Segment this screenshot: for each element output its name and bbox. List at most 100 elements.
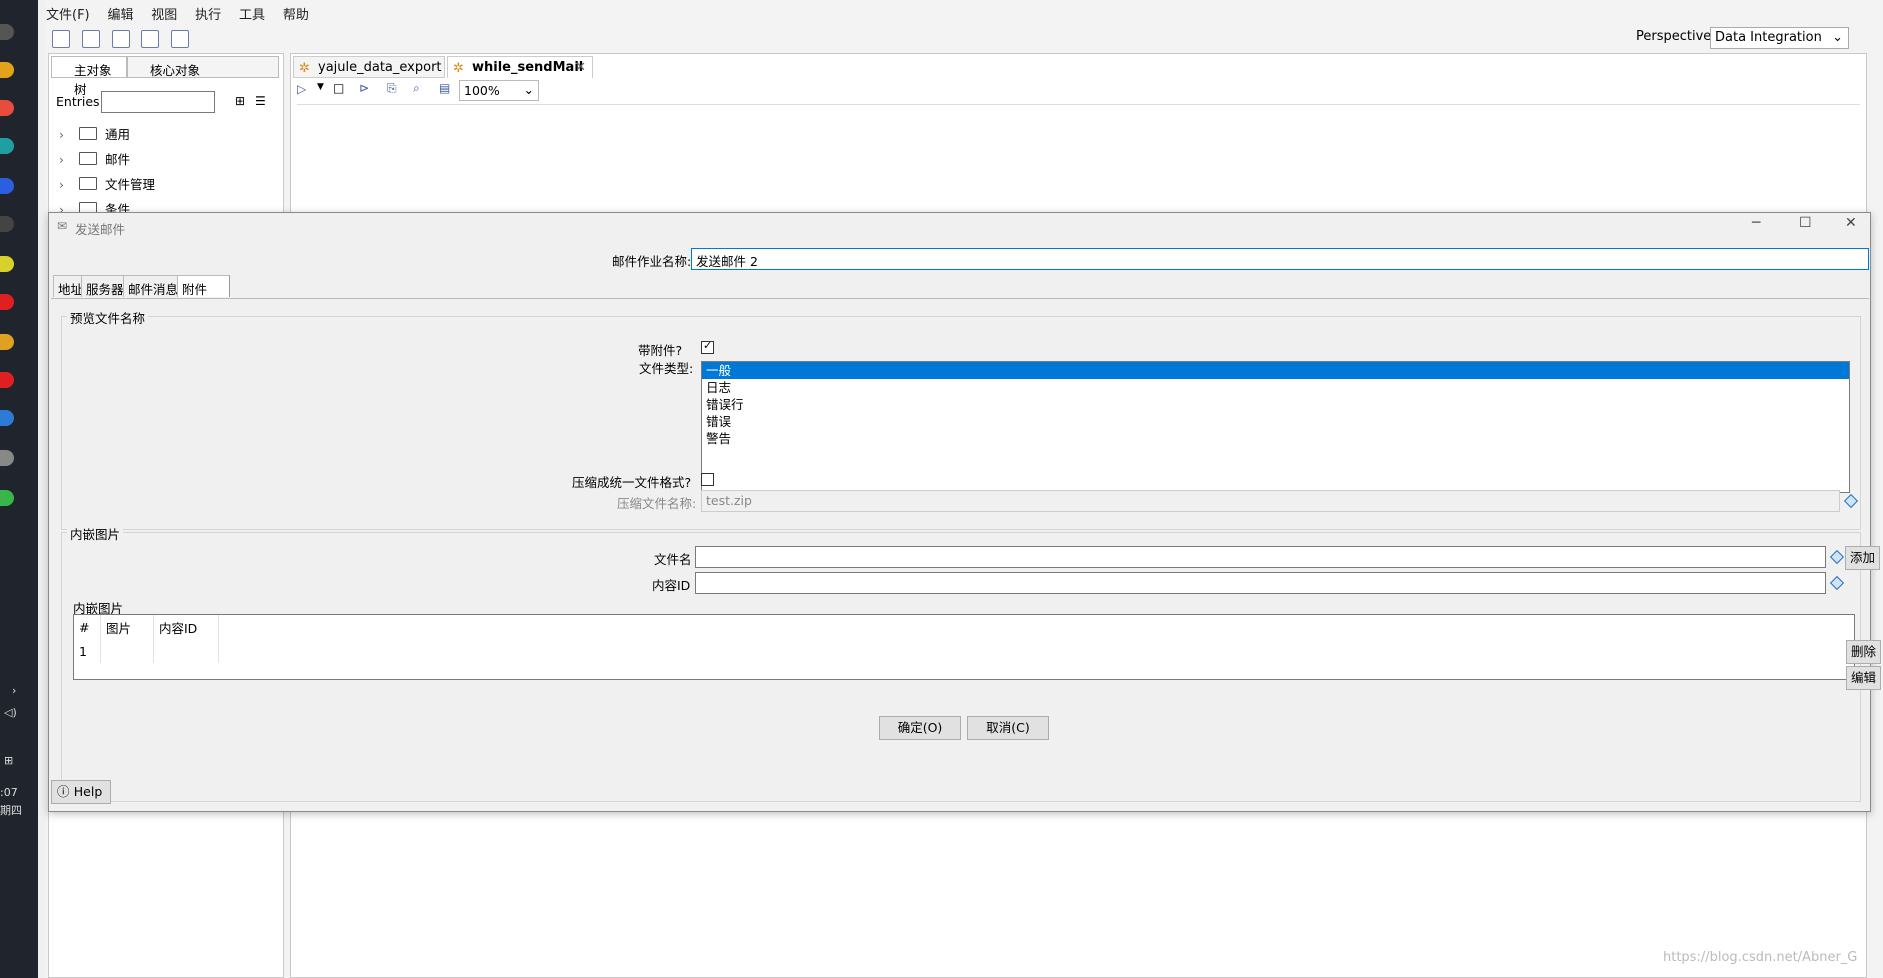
add-button[interactable]: 添加 (1845, 546, 1880, 570)
table-cell[interactable] (100, 639, 154, 663)
intellij-icon[interactable] (0, 178, 14, 194)
folder-general[interactable]: › 通用 (59, 124, 130, 143)
tab-server[interactable]: 服务器 (81, 275, 129, 297)
editor-toolbar: ▷ ▼ □ ⊳ ⎘ ⌕ ▤ 100% ⌄ (295, 80, 595, 102)
app4-icon[interactable] (0, 450, 14, 466)
tab-main-tree[interactable]: 主对象树 (51, 56, 127, 97)
menu-file[interactable]: 文件(F) (46, 4, 90, 23)
filetype-option[interactable]: 错误行 (702, 396, 1849, 413)
music-icon[interactable] (0, 294, 14, 310)
chevron-down-icon: ⌄ (1832, 30, 1843, 45)
expand-tree-icon[interactable]: ⊞ (235, 94, 245, 108)
kettle-icon[interactable] (0, 410, 14, 426)
ok-button[interactable]: 确定(O) (879, 716, 961, 740)
job-name-input[interactable]: 发送邮件 2 (691, 248, 1869, 270)
images-grid: # 图片 内容ID 1 (74, 615, 219, 663)
stop-icon[interactable]: □ (333, 81, 344, 95)
chevron-down-icon[interactable]: ▼ (317, 82, 324, 92)
menu-help[interactable]: 帮助 (283, 4, 309, 23)
folder-icon (79, 152, 97, 165)
delete-button[interactable]: 删除 (1846, 640, 1881, 664)
folder-label: 文件管理 (105, 177, 156, 192)
filetype-option[interactable]: 一般 (702, 362, 1849, 379)
zip-checkbox[interactable] (701, 473, 714, 486)
volume-icon[interactable]: ◁) (4, 706, 17, 719)
tab-attachments[interactable]: 附件 (177, 275, 231, 297)
edit-button[interactable]: 编辑 (1846, 666, 1881, 690)
col-header[interactable]: # (74, 615, 101, 639)
desktop-taskbar: › ◁) ⊞ :07 期四 (0, 0, 38, 978)
menu-view[interactable]: 视图 (151, 4, 177, 23)
notes-icon[interactable] (0, 256, 14, 272)
chevron-right-icon: › (59, 152, 64, 167)
table-cell[interactable] (153, 639, 219, 663)
cancel-button[interactable]: 取消(C) (967, 716, 1049, 740)
mail-icon: ✉ (57, 219, 68, 233)
filetype-option[interactable]: 日志 (702, 379, 1849, 396)
col-header[interactable]: 图片 (100, 615, 154, 639)
tab-while-sendmail[interactable]: ✲ while_sendMail ✕ (447, 56, 593, 78)
entries-search-input[interactable] (101, 91, 215, 113)
col-header[interactable]: 内容ID (153, 615, 219, 639)
close-icon[interactable]: ✕ (575, 60, 586, 75)
check-icon[interactable]: ⎘ (387, 81, 397, 96)
table-cell: 1 (74, 639, 101, 663)
app2-icon[interactable] (0, 334, 14, 350)
menu-edit[interactable]: 编辑 (107, 4, 133, 23)
wechat-icon[interactable] (0, 490, 14, 506)
collapse-tree-icon[interactable]: ☰ (255, 94, 266, 108)
maximize-icon[interactable]: ☐ (1799, 215, 1812, 231)
clock-time: :07 (0, 786, 18, 799)
filetype-option[interactable]: 错误 (702, 413, 1849, 430)
minimize-icon[interactable]: ─ (1752, 215, 1760, 231)
folder-file-management[interactable]: › 文件管理 (59, 174, 155, 193)
replay-icon[interactable]: ⊳ (359, 81, 369, 95)
edge-icon[interactable] (0, 138, 14, 154)
filetype-option[interactable]: 警告 (702, 430, 1849, 447)
sql-icon[interactable]: ▤ (439, 81, 450, 95)
tab-yajule-data-export[interactable]: ✲ yajule_data_export (293, 56, 445, 78)
contentid-input[interactable] (695, 572, 1826, 594)
ime-icon[interactable]: ⊞ (4, 754, 13, 767)
filename-input[interactable] (695, 546, 1826, 568)
new-file-icon[interactable] (52, 30, 70, 48)
explore-icon[interactable] (111, 30, 130, 48)
tab-label: yajule_data_export (318, 60, 442, 75)
group-title: 内嵌图片 (67, 524, 124, 543)
zoom-select[interactable]: 100% ⌄ (459, 80, 539, 101)
tab-mail-message[interactable]: 邮件消息 (123, 275, 184, 297)
save-icon[interactable] (141, 30, 160, 48)
close-icon[interactable]: ✕ (1845, 215, 1857, 231)
help-label: Help (73, 784, 103, 799)
tab-core-objects[interactable]: 核心对象 (127, 56, 279, 78)
help-button[interactable]: ⓘ Help (51, 780, 111, 804)
embedded-images-table[interactable]: # 图片 内容ID 1 (73, 614, 1855, 680)
menu-run[interactable]: 执行 (195, 4, 221, 23)
run-icon[interactable]: ▷ (297, 82, 306, 96)
filetype-listbox[interactable]: 一般 日志 错误行 错误 警告 (701, 361, 1850, 493)
folder-mail[interactable]: › 邮件 (59, 149, 130, 168)
app3-icon[interactable] (0, 372, 14, 388)
open-icon[interactable] (81, 30, 100, 48)
save-as-icon[interactable] (171, 30, 190, 48)
perspective-label: Perspective: (1636, 29, 1716, 44)
job-icon: ✲ (453, 61, 464, 76)
zipname-label: 压缩文件名称: (617, 496, 697, 511)
search-icon[interactable] (0, 24, 14, 40)
attach-checkbox[interactable]: ✓ (701, 339, 714, 354)
filetype-label: 文件类型: (639, 361, 694, 376)
zipname-input[interactable]: test.zip (701, 490, 1840, 512)
table-row[interactable]: 1 (74, 639, 219, 663)
app-icon[interactable] (0, 216, 14, 232)
chevron-right-icon: › (59, 127, 64, 142)
contentid-label: 内容ID (652, 578, 691, 593)
chevron-right-icon[interactable]: › (12, 684, 16, 697)
chevron-down-icon: ⌄ (523, 82, 534, 97)
menu-tools[interactable]: 工具 (239, 4, 265, 23)
impact-icon[interactable]: ⌕ (413, 81, 420, 96)
file-explorer-icon[interactable] (0, 62, 14, 78)
main-toolbar (52, 30, 197, 52)
perspective-select[interactable]: Data Integration ⌄ (1710, 27, 1849, 49)
chrome-icon[interactable] (0, 100, 14, 116)
tab-label: 核心对象 (150, 63, 201, 78)
